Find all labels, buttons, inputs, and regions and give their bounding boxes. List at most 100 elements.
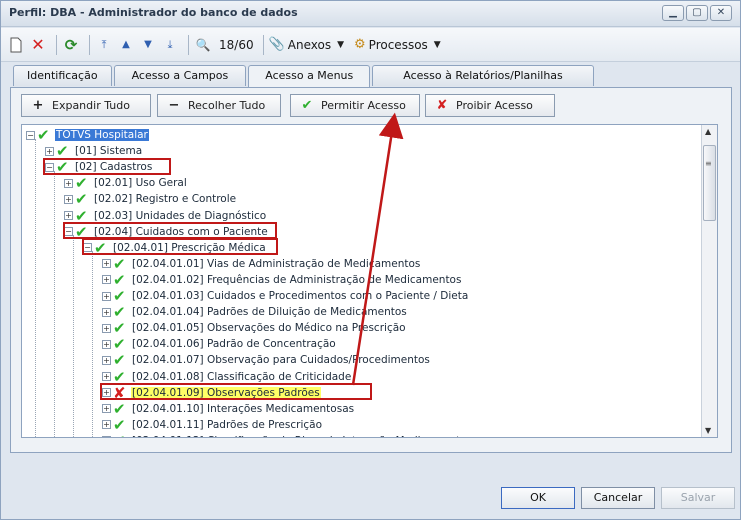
expand-node-icon[interactable]: +: [102, 404, 111, 414]
allowed-check-icon[interactable]: ✔: [113, 417, 127, 432]
tree-scrollbar[interactable]: ▲ ≡ ▼: [701, 125, 717, 437]
expand-node-icon[interactable]: +: [102, 372, 111, 381]
new-document-icon[interactable]: [7, 34, 25, 56]
tab-acesso-menus[interactable]: Acesso a Menus: [248, 65, 371, 88]
scroll-thumb[interactable]: [703, 145, 716, 221]
chevron-down-icon: ▼: [337, 39, 345, 50]
window-title: Perfil: DBA - Administrador do banco de …: [9, 6, 298, 19]
allowed-check-icon[interactable]: ✔: [113, 369, 127, 384]
anexos-menu[interactable]: 📎 Anexos ▼: [269, 34, 344, 56]
allowed-check-icon[interactable]: ✔: [75, 176, 89, 191]
tree-node-vias-administracao[interactable]: + ✔ [02.04.01.01] Vias de Administração de…: [102, 256, 421, 272]
tree-node-padroes-diluicao[interactable]: + ✔ [02.04.01.04] Padrões de Diluição de M…: [102, 304, 408, 320]
expand-node-icon[interactable]: +: [102, 307, 111, 317]
expand-node-icon[interactable]: +: [102, 291, 111, 301]
tree-node-label: [02.04.01.12] Classificação de Risco da …: [131, 435, 480, 437]
record-counter-label: 18/60: [219, 37, 254, 52]
allowed-check-icon[interactable]: ✔: [56, 144, 70, 159]
cancel-button[interactable]: Cancelar: [581, 487, 655, 509]
maximize-button[interactable]: ▢: [686, 5, 708, 21]
save-button[interactable]: Salvar: [661, 487, 735, 509]
deny-access-button[interactable]: ✘ Proibir Acesso: [425, 94, 555, 117]
tree-node-frequencias-administracao[interactable]: + ✔ [02.04.01.02] Frequências de Administr…: [102, 272, 462, 288]
previous-record-icon[interactable]: ▲: [117, 34, 135, 56]
tree-node-label: TOTVS Hospitalar: [55, 129, 149, 141]
menu-tree[interactable]: ▲ ≡ ▼ − ✔ TOTVS Hospitalar + ✔ [01] Sistema − ✔…: [21, 124, 718, 438]
allowed-check-icon[interactable]: ✔: [37, 128, 51, 143]
tree-node-label: [02.04.01.01] Vias de Administração de M…: [132, 257, 421, 270]
expand-node-icon[interactable]: +: [64, 178, 73, 188]
tree-node-padroes-prescricao[interactable]: + ✔ [02.04.01.11] Padrões de Prescrição: [102, 417, 323, 433]
allowed-check-icon[interactable]: ✔: [113, 353, 127, 368]
refresh-icon[interactable]: ⟳: [62, 34, 80, 56]
scroll-up-icon[interactable]: ▲: [705, 127, 711, 136]
expand-node-icon[interactable]: +: [102, 436, 111, 437]
expand-node-icon[interactable]: +: [102, 259, 111, 269]
tab-identificacao[interactable]: Identificação: [13, 65, 112, 86]
next-record-icon[interactable]: ▼: [139, 34, 157, 56]
tab-strip: Identificação Acesso a Campos Acesso a M…: [13, 65, 596, 88]
tree-node-observacoes-medico[interactable]: + ✔ [02.04.01.05] Observações do Médico na…: [102, 320, 407, 336]
tree-node-padrao-concentracao[interactable]: + ✔ [02.04.01.06] Padrão de Concentração: [102, 336, 337, 352]
tree-node-label: [02.03] Unidades de Diagnóstico: [94, 209, 267, 222]
allowed-check-icon[interactable]: ✔: [113, 256, 127, 271]
expand-node-icon[interactable]: +: [102, 420, 111, 430]
tree-node-label: [02.04.01.07] Observação para Cuidados/P…: [132, 354, 430, 367]
tree-node-registro-controle[interactable]: + ✔ [02.02] Registro e Controle: [64, 191, 237, 207]
first-record-icon[interactable]: ⤒: [95, 34, 113, 56]
collapse-all-button[interactable]: − Recolher Tudo: [157, 94, 281, 117]
tree-guide: [92, 251, 93, 437]
expand-node-icon[interactable]: +: [64, 211, 73, 220]
tree-node-root[interactable]: − ✔ TOTVS Hospitalar: [26, 127, 149, 143]
allowed-check-icon[interactable]: ✔: [75, 208, 89, 223]
tree-node-label: [02.04.01.06] Padrão de Concentração: [132, 338, 336, 351]
scroll-down-icon[interactable]: ▼: [705, 426, 711, 435]
collapse-all-label: Recolher Tudo: [188, 99, 266, 112]
annotation-box-cuidados: [63, 222, 277, 239]
allowed-check-icon[interactable]: ✔: [75, 192, 89, 207]
gears-icon: ⚙: [354, 37, 366, 52]
last-record-icon[interactable]: ⤓: [161, 34, 179, 56]
tree-node-classificacao-risco[interactable]: +✔ [02.04.01.12] Classificação de Risco d…: [102, 433, 480, 437]
allow-access-button[interactable]: ✔ Permitir Acesso: [290, 94, 420, 117]
expand-node-icon[interactable]: +: [45, 146, 54, 156]
allowed-check-icon[interactable]: ✔: [113, 321, 127, 336]
tree-guide: [54, 171, 55, 437]
allowed-check-icon[interactable]: ✔: [113, 305, 127, 320]
allowed-check-icon[interactable]: ✔: [113, 433, 127, 437]
expand-all-button[interactable]: + Expandir Tudo: [21, 94, 151, 117]
tree-node-label: [02.04.01.04] Padrões de Diluição de Med…: [132, 306, 407, 319]
ok-button[interactable]: OK: [501, 487, 575, 509]
allowed-check-icon[interactable]: ✔: [113, 272, 127, 287]
expand-node-icon[interactable]: +: [102, 355, 111, 365]
paperclip-icon: 📎: [268, 37, 285, 52]
expand-node-icon[interactable]: +: [102, 275, 111, 285]
scroll-grip-icon: ≡: [705, 159, 712, 168]
tree-guide: [35, 139, 36, 437]
tab-acesso-campos[interactable]: Acesso a Campos: [113, 65, 247, 86]
record-counter: 18/60: [216, 34, 254, 56]
allowed-check-icon[interactable]: ✔: [113, 401, 127, 416]
find-icon[interactable]: 🔍: [194, 34, 212, 56]
allowed-check-icon[interactable]: ✔: [113, 337, 127, 352]
minimize-button[interactable]: ▁: [662, 5, 684, 21]
collapse-node-icon[interactable]: −: [26, 130, 35, 140]
tree-node-uso-geral[interactable]: + ✔ [02.01] Uso Geral: [64, 175, 188, 191]
close-window-button[interactable]: ✕: [710, 5, 732, 21]
tree-node-sistema[interactable]: + ✔ [01] Sistema: [45, 143, 143, 159]
expand-node-icon[interactable]: +: [102, 339, 111, 349]
processos-menu[interactable]: ⚙ Processos ▼: [354, 34, 441, 56]
annotation-box-prescricao: [82, 238, 278, 255]
expand-node-icon[interactable]: +: [64, 194, 73, 204]
tree-node-label: [02.04.01.03] Cuidados e Procedimentos c…: [132, 290, 469, 302]
tree-node-label: [02.01] Uso Geral: [94, 177, 187, 190]
allow-access-label: Permitir Acesso: [321, 99, 406, 112]
tree-node-observacao-cuidados[interactable]: + ✔ [02.04.01.07] Observação para Cuidados…: [102, 352, 431, 368]
menus-panel: + Expandir Tudo − Recolher Tudo ✔ Permit…: [10, 87, 732, 453]
expand-node-icon[interactable]: +: [102, 323, 111, 333]
tree-node-interacoes-medicamentosas[interactable]: + ✔ [02.04.01.10] Interações Medicamentosa…: [102, 401, 355, 417]
tab-acesso-relatorios[interactable]: Acesso à Relatórios/Planilhas: [372, 65, 594, 86]
tree-node-cuidados-procedimentos[interactable]: + ✔ [02.04.01.03] Cuidados e Procedimentos…: [102, 288, 469, 304]
allowed-check-icon[interactable]: ✔: [113, 289, 127, 304]
delete-icon[interactable]: ✕: [29, 34, 47, 56]
